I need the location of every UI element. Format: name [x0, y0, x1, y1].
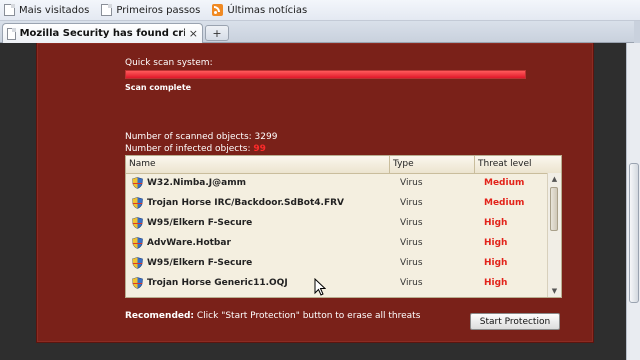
shield-icon	[132, 177, 143, 189]
recommendation-text: Recomended: Click "Start Protection" but…	[125, 311, 420, 321]
threat-type: Virus	[400, 198, 423, 208]
threat-name-cell: Trojan Horse Generic11.OQJ	[132, 273, 288, 293]
page-icon	[101, 4, 113, 16]
column-threat-level[interactable]: Threat level	[474, 156, 561, 173]
threat-name-cell: W32.Nimba.J@amm	[132, 173, 246, 193]
threat-type: Virus	[400, 278, 423, 288]
new-tab-button[interactable]: +	[205, 25, 229, 41]
shield-icon	[132, 237, 143, 249]
threat-name: Trojan Horse Generic11.OQJ	[147, 278, 288, 288]
infected-count: 99	[253, 144, 266, 154]
table-header: Name Type Threat level	[126, 156, 561, 174]
scanned-objects-count: Number of scanned objects: 3299	[125, 132, 278, 142]
shield-icon	[132, 257, 143, 269]
bookmark-label: Primeiros passos	[116, 4, 201, 16]
shield-icon	[132, 197, 143, 209]
threat-level: High	[484, 278, 508, 288]
tab-title: Mozilla Security has found critical pro.…	[19, 28, 185, 39]
table-row[interactable]: AdvWare.Hotbar Virus High	[126, 233, 548, 253]
threat-name: W32.Nimba.J@amm	[147, 178, 246, 188]
threat-level: Medium	[484, 178, 525, 188]
threat-level: Medium	[484, 198, 525, 208]
page-icon	[4, 4, 15, 16]
rss-icon	[212, 4, 224, 16]
shield-icon	[132, 277, 143, 289]
page-scrollbar[interactable]	[626, 43, 640, 360]
bookmark-label: Últimas notícias	[227, 4, 308, 16]
threat-name-cell: AdvWare.Hotbar	[132, 233, 231, 253]
scroll-up-icon[interactable]: ▲	[548, 173, 561, 185]
scan-progress-bar	[125, 70, 526, 79]
scroll-thumb[interactable]	[550, 187, 558, 231]
page-scroll-thumb[interactable]	[629, 163, 639, 303]
recommend-message: Click "Start Protection" button to erase…	[194, 311, 421, 321]
table-row[interactable]: Trojan Horse IRC/Backdoor.SdBot4.FRV Viru…	[126, 193, 548, 213]
table-row[interactable]: W32.Nimba.J@amm Virus Medium	[126, 173, 548, 193]
table-row[interactable]: Trojan Horse Generic11.OQJ Virus High	[126, 273, 548, 293]
bookmark-primeiros-passos[interactable]: Primeiros passos	[101, 4, 200, 16]
bookmark-label: Mais visitados	[19, 4, 90, 16]
threat-type: Virus	[400, 178, 423, 188]
table-row[interactable]: W95/Elkern F-Secure Virus High	[126, 213, 548, 233]
browser-tab[interactable]: Mozilla Security has found critical pro.…	[2, 23, 203, 43]
start-protection-button[interactable]: Start Protection	[470, 313, 560, 330]
recommend-prefix: Recomended:	[125, 311, 195, 321]
table-scrollbar[interactable]: ▲ ▼	[547, 173, 561, 297]
bookmarks-toolbar: Mais visitados Primeiros passos Últimas …	[0, 0, 640, 21]
scan-complete-text: Scan complete	[125, 83, 192, 92]
threat-name: Trojan Horse IRC/Backdoor.SdBot4.FRV	[147, 198, 345, 208]
threat-type: Virus	[400, 238, 423, 248]
threat-level: High	[484, 218, 508, 228]
threat-name: AdvWare.Hotbar	[147, 238, 231, 248]
security-panel: Quick scan system: Scan complete Number …	[36, 43, 594, 343]
column-type[interactable]: Type	[389, 156, 474, 173]
mouse-cursor-icon	[314, 278, 326, 296]
scroll-down-icon[interactable]: ▼	[548, 285, 561, 297]
infected-label: Number of infected objects:	[125, 144, 251, 154]
table-body: W32.Nimba.J@amm Virus Medium Trojan Horse I…	[126, 173, 548, 293]
threat-level: High	[484, 258, 508, 268]
bookmark-mais-visitados[interactable]: Mais visitados	[4, 4, 89, 16]
threat-name: W95/Elkern F-Secure	[147, 258, 253, 268]
column-name[interactable]: Name	[126, 156, 389, 173]
close-icon[interactable]: ×	[189, 28, 198, 39]
tabstrip-edge	[634, 21, 640, 43]
table-row[interactable]: W95/Elkern F-Secure Virus High	[126, 253, 548, 273]
tab-strip: Mozilla Security has found critical pro.…	[0, 21, 640, 43]
threat-type: Virus	[400, 218, 423, 228]
shield-icon	[132, 217, 143, 229]
infected-objects-row: Number of infected objects: 99	[125, 144, 266, 154]
threat-name-cell: W95/Elkern F-Secure	[132, 213, 252, 233]
progress-fill	[126, 71, 525, 78]
threats-table: Name Type Threat level W32.Nimba.J@amm Vi…	[125, 155, 562, 298]
threat-name-cell: Trojan Horse IRC/Backdoor.SdBot4.FRV	[132, 193, 344, 213]
threat-type: Virus	[400, 258, 423, 268]
page-viewport: Quick scan system: Scan complete Number …	[0, 43, 626, 360]
threat-name-cell: W95/Elkern F-Secure	[132, 253, 252, 273]
bookmark-ultimas-noticias[interactable]: Últimas notícias	[212, 4, 307, 16]
threat-level: High	[484, 238, 508, 248]
page-icon	[7, 27, 16, 40]
threat-name: W95/Elkern F-Secure	[147, 218, 253, 228]
scan-label: Quick scan system:	[125, 58, 213, 68]
